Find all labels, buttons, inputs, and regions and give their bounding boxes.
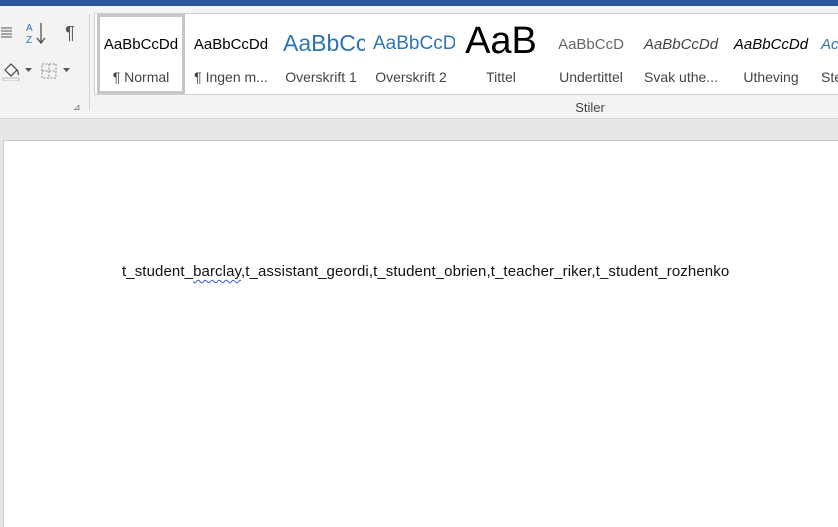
style-heading-2[interactable]: AaBbCcD Overskrift 2 [367, 14, 455, 94]
chevron-down-icon[interactable] [62, 64, 70, 76]
style-label: Utheving [743, 69, 799, 85]
style-preview: Ac [821, 36, 838, 53]
styles-gallery: AaBbCcDd ¶ Normal AaBbCcDd ¶ Ingen m... … [94, 13, 838, 95]
style-label: ¶ Normal [112, 69, 170, 85]
style-label: Undertittel [559, 69, 623, 85]
style-preview: AaBbCcD [373, 33, 455, 54]
style-preview: AaBbCcDd [733, 36, 809, 53]
styles-group-label: Stiler [575, 100, 605, 115]
style-title[interactable]: AaB Tittel [457, 14, 545, 94]
style-intense-emphasis[interactable]: Ac Ste [817, 14, 838, 94]
chevron-down-icon[interactable] [24, 64, 32, 76]
sort-az-icon[interactable]: A Z [24, 20, 48, 46]
style-preview: AaBbCcDd [103, 36, 179, 53]
style-preview: AaBbCc [283, 30, 365, 56]
svg-text:A: A [26, 23, 33, 34]
style-preview: AaBbCcDd [193, 36, 269, 53]
style-label: Overskrift 1 [285, 69, 357, 85]
style-label: Tittel [486, 69, 516, 85]
dialog-launcher-icon[interactable]: ⊿ [73, 102, 83, 112]
style-emphasis[interactable]: AaBbCcDd Utheving [727, 14, 815, 94]
style-label: Ste [821, 69, 838, 85]
borders-icon[interactable] [38, 60, 60, 82]
style-heading-1[interactable]: AaBbCc Overskrift 1 [277, 14, 365, 94]
style-label: Overskrift 2 [375, 69, 447, 85]
style-no-spacing[interactable]: AaBbCcDd ¶ Ingen m... [187, 14, 275, 94]
svg-text:Z: Z [26, 35, 32, 45]
style-normal[interactable]: AaBbCcDd ¶ Normal [97, 14, 185, 94]
paint-bucket-icon[interactable] [0, 60, 24, 82]
paragraph-group: A Z ¶ ⊿ [0, 6, 90, 118]
document-page[interactable]: t_student_barclay,t_assistant_geordi,t_s… [3, 140, 838, 527]
style-subtitle[interactable]: AaBbCcD Undertittel [547, 14, 635, 94]
ribbon: A Z ¶ ⊿ AaBbCcDd ¶ Normal AaBbCcDd ¶ Ing… [0, 6, 838, 119]
document-workspace: t_student_barclay,t_assistant_geordi,t_s… [0, 119, 838, 527]
document-paragraph[interactable]: t_student_barclay,t_assistant_geordi,t_s… [122, 263, 729, 280]
style-preview: AaB [465, 20, 537, 62]
style-preview: AaBbCcD [558, 36, 624, 53]
text-run: t_student_ [122, 263, 194, 280]
misspelled-word[interactable]: barclay [193, 263, 241, 280]
style-label: Svak uthe... [644, 69, 718, 85]
list-icon[interactable] [0, 22, 14, 44]
style-label: ¶ Ingen m... [194, 69, 268, 85]
style-preview: AaBbCcDd [643, 36, 719, 53]
group-divider [89, 14, 90, 110]
style-subtle-emphasis[interactable]: AaBbCcDd Svak uthe... [637, 14, 725, 94]
pilcrow-icon[interactable]: ¶ [58, 20, 82, 46]
text-run: ,t_assistant_geordi,t_student_obrien,t_t… [241, 263, 730, 280]
